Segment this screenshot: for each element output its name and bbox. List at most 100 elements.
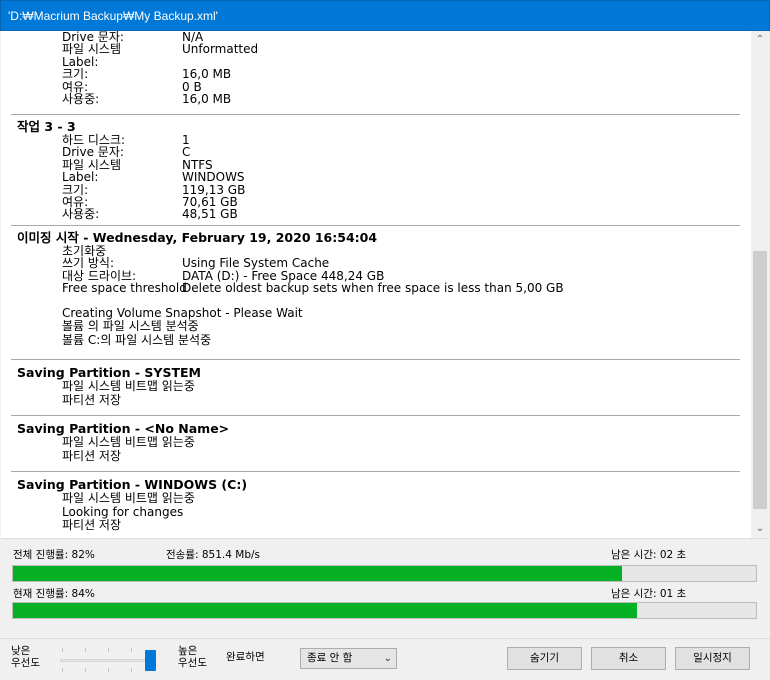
log-panel[interactable]: Drive 문자: N/A 파일 시스템 Unformatted Label: 크기… — [1, 31, 769, 539]
priority-slider-track[interactable] — [60, 659, 152, 662]
log-block-partial: Drive 문자: N/A 파일 시스템 Unformatted Label: 크기… — [11, 31, 740, 115]
log-content: Drive 문자: N/A 파일 시스템 Unformatted Label: 크기… — [1, 31, 740, 538]
slider-tick — [108, 668, 109, 672]
cancel-button[interactable]: 취소 — [591, 647, 666, 670]
log-key: Label: — [62, 170, 99, 185]
log-row: 파일 시스템 Unformatted — [11, 42, 740, 57]
window-title: 'D:₩Macrium Backup₩My Backup.xml' — [0, 0, 770, 31]
high-priority-line1: 높은 — [178, 645, 198, 657]
transfer-rate-value: 851.4 Mb/s — [201, 549, 261, 561]
log-block-task3: 작업 3 - 3 하드 디스크: 1 Drive 문자: C 파일 시스템 NTFS … — [11, 115, 740, 226]
log-key: Drive 문자: — [62, 145, 124, 160]
log-block-title: Saving Partition - SYSTEM — [17, 365, 201, 380]
log-value: 16,0 MB — [182, 92, 232, 107]
log-line: 파일 시스템 비트맵 읽는중 — [62, 435, 195, 449]
log-line: Creating Volume Snapshot - Please Wait — [62, 305, 303, 320]
log-key: 사용중: — [62, 207, 100, 222]
log-row: 여유: 0 B — [11, 80, 740, 93]
overall-progress-bar — [12, 565, 757, 582]
log-row: Label: WINDOWS — [11, 170, 740, 185]
log-key: 파일 시스템 — [62, 42, 122, 57]
chevron-down-icon: ⌄ — [383, 653, 392, 664]
log-line: 볼륨 C:의 파일 시스템 분석중 — [62, 332, 212, 347]
footer-divider — [0, 638, 770, 639]
current-progress-caption: 현재 진행률: — [13, 588, 69, 600]
log-key: 크기: — [62, 67, 89, 82]
transfer-rate-caption: 전송률: — [166, 549, 199, 561]
log-line: Looking for changes — [62, 504, 184, 519]
time-remaining-caption: 남은 시간: — [611, 549, 657, 561]
log-row: 쓰기 방식: Using File System Cache — [11, 256, 740, 271]
low-priority-line1: 낮은 — [11, 645, 31, 657]
log-block-title: Saving Partition - <No Name> — [17, 421, 230, 436]
log-value: 48,51 GB — [182, 207, 238, 222]
log-value: C — [182, 145, 191, 160]
overall-progress-value: 82% — [71, 549, 95, 561]
log-line: 파티션 저장 — [62, 448, 122, 463]
log-row: Free space threshold Delete oldest backup… — [11, 281, 740, 296]
current-progress-label: 현재 진행률: 84% — [13, 586, 95, 601]
log-value: 16,0 MB — [182, 67, 232, 82]
log-value: Unformatted — [182, 42, 259, 57]
log-key: Free space threshold — [62, 281, 187, 296]
log-block-partition-windows: Saving Partition - WINDOWS (C:) 파일 시스템 비… — [11, 472, 740, 538]
log-line: 파일 시스템 비트맵 읽는중 — [62, 491, 195, 505]
on-complete-label: 완료하면 — [226, 651, 265, 663]
current-progress-fill — [13, 603, 638, 618]
log-block-partition-noname: Saving Partition - <No Name> 파일 시스템 비트맵 … — [11, 416, 740, 472]
pause-button[interactable]: 일시정지 — [675, 647, 750, 670]
on-complete-select[interactable]: 종료 안 함 ⌄ — [300, 648, 397, 669]
log-value: Delete oldest backup sets when free spac… — [182, 281, 564, 296]
time-remaining-current: 남은 시간: 01 초 — [611, 586, 686, 601]
log-key: 쓰기 방식: — [62, 256, 115, 271]
priority-slider-thumb[interactable] — [145, 650, 156, 671]
overall-progress-caption: 전체 진행률: — [13, 549, 69, 561]
log-row: 사용중: 48,51 GB — [11, 207, 740, 222]
overall-progress-fill — [13, 566, 623, 581]
log-block-title: 작업 3 - 3 — [17, 119, 76, 134]
log-row: 크기: 119,13 GB — [11, 183, 740, 196]
low-priority-label: 낮은 우선도 — [11, 645, 40, 669]
low-priority-line2: 우선도 — [11, 657, 40, 669]
log-key: 사용중: — [62, 92, 100, 107]
overall-progress-label: 전체 진행률: 82% — [13, 547, 95, 562]
time-remaining-overall: 남은 시간: 02 초 — [611, 547, 686, 562]
slider-tick — [62, 668, 63, 672]
slider-tick — [85, 648, 86, 652]
slider-tick — [131, 668, 132, 672]
log-line: 파티션 저장 — [62, 392, 122, 407]
slider-tick — [131, 648, 132, 652]
log-block-title: Saving Partition - WINDOWS (C:) — [17, 477, 248, 492]
slider-tick — [108, 648, 109, 652]
high-priority-label: 높은 우선도 — [178, 645, 207, 669]
log-row: 여유: 70,61 GB — [11, 196, 740, 209]
high-priority-line2: 우선도 — [178, 657, 207, 669]
log-row: Label: — [11, 55, 740, 68]
log-row: 파일 시스템 NTFS — [11, 158, 740, 171]
log-scrollbar[interactable]: ⌃ ⌄ — [751, 31, 769, 538]
log-line: 파티션 저장 — [62, 518, 122, 532]
log-row: 초기화중 — [11, 245, 740, 258]
slider-tick — [85, 668, 86, 672]
log-line: 파일 시스템 비트맵 읽는중 — [62, 379, 195, 393]
log-block-title: 이미징 시작 - Wednesday, February 19, 2020 16… — [17, 230, 378, 245]
scroll-down-arrow-icon[interactable]: ⌄ — [751, 520, 769, 537]
scroll-up-arrow-icon[interactable]: ⌃ — [751, 31, 769, 48]
log-row: 사용중: 16,0 MB — [11, 92, 740, 107]
scrollbar-thumb[interactable] — [753, 251, 767, 509]
log-value: WINDOWS — [182, 170, 245, 185]
log-block-imaging: 이미징 시작 - Wednesday, February 19, 2020 16… — [11, 226, 740, 360]
time-remaining-value: 02 초 — [659, 549, 687, 561]
slider-tick — [62, 648, 63, 652]
time-remaining-caption: 남은 시간: — [611, 588, 657, 600]
current-progress-bar — [12, 602, 757, 619]
log-block-partition-system: Saving Partition - SYSTEM 파일 시스템 비트맵 읽는중… — [11, 360, 740, 416]
hide-button[interactable]: 숨기기 — [507, 647, 582, 670]
log-line: 볼륨 의 파일 시스템 분석중 — [62, 319, 199, 334]
current-progress-value: 84% — [71, 588, 95, 600]
on-complete-value: 종료 안 함 — [307, 652, 353, 664]
transfer-rate: 전송률: 851.4 Mb/s — [166, 547, 260, 562]
log-row: Drive 문자: C — [11, 145, 740, 160]
log-row: 크기: 16,0 MB — [11, 67, 740, 82]
